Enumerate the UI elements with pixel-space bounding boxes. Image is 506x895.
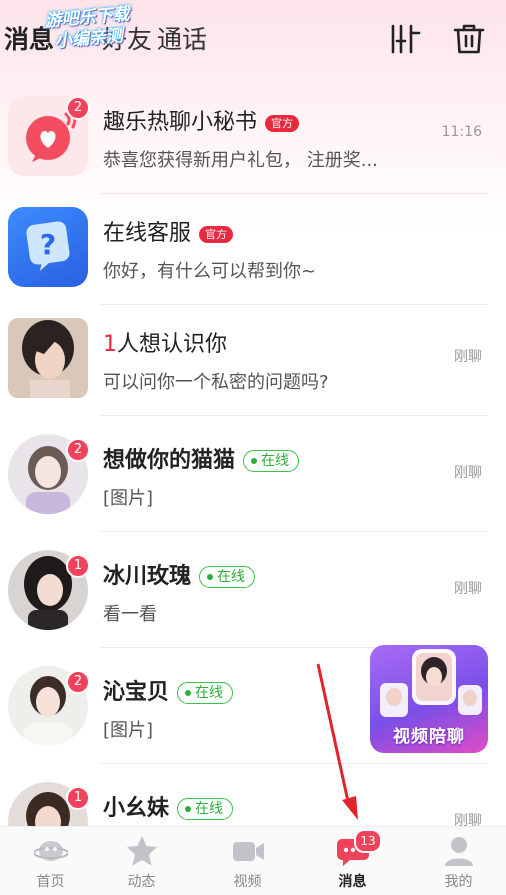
- unread-badge: 1: [66, 554, 90, 578]
- message-preview: [图片]: [103, 488, 154, 509]
- timestamp: 刚聊: [454, 349, 482, 365]
- divider: [100, 763, 488, 764]
- online-tag: 在线: [177, 798, 234, 820]
- nav-label: 我的: [444, 874, 473, 890]
- official-tag: 官方: [199, 225, 234, 243]
- online-tag: 在线: [199, 566, 256, 588]
- name-text: 在线客服: [103, 221, 192, 246]
- conversation-name: 想做你的猫猫 在线: [103, 442, 300, 474]
- unread-badge: 1: [66, 786, 90, 810]
- message-preview: 看一看: [103, 604, 157, 625]
- official-tag: 官方: [265, 114, 300, 132]
- conversation-name: 小幺妹 在线: [103, 790, 234, 822]
- help-chat-icon: ?: [26, 221, 70, 271]
- message-preview: [图片]: [103, 720, 154, 741]
- divider: [100, 531, 488, 532]
- online-tag-text: 在线: [261, 453, 290, 469]
- nav-label: 动态: [127, 874, 156, 890]
- conversation-row-customer-service[interactable]: ? 在线客服 官方 你好，有什么可以帮到你~: [0, 193, 506, 305]
- conversation-name: 趣乐热聊小秘书 官方: [103, 104, 300, 136]
- video-camera-icon: [233, 842, 264, 861]
- person-icon: [445, 837, 473, 866]
- nav-label: 首页: [36, 874, 65, 890]
- online-tag: 在线: [177, 682, 234, 704]
- avatar: [8, 318, 88, 398]
- online-tag: 在线: [243, 450, 300, 472]
- trash-icon[interactable]: [452, 22, 486, 56]
- star-icon: [127, 836, 157, 866]
- bottom-navigation: 首页 动态 视频 13 消息 我的: [0, 826, 506, 895]
- conversation-name: 沁宝贝 在线: [103, 674, 234, 706]
- unread-badge: 2: [66, 96, 90, 120]
- name-text: 人想认识你: [117, 332, 228, 357]
- nav-home[interactable]: 首页: [0, 827, 101, 895]
- online-dot-icon: [207, 574, 214, 580]
- promo-label: 视频陪聊: [393, 727, 465, 747]
- online-dot-icon: [251, 458, 258, 464]
- count-number: 1: [103, 332, 117, 357]
- online-dot-icon: [185, 806, 192, 812]
- name-text: 小幺妹: [103, 796, 170, 821]
- timestamp: 11:16: [441, 124, 482, 140]
- nav-moments[interactable]: 动态: [91, 827, 192, 895]
- conversation-name: 冰川玫瑰 在线: [103, 558, 256, 590]
- unread-badge: 2: [66, 438, 90, 462]
- planet-icon: [34, 841, 68, 861]
- svg-text:?: ?: [40, 228, 56, 261]
- conversation-name: 在线客服 官方: [103, 215, 234, 247]
- name-text: 想做你的猫猫: [103, 448, 236, 473]
- avatar: ?: [8, 207, 88, 287]
- filter-icon[interactable]: [388, 22, 422, 56]
- video-chat-promo-button[interactable]: 视频陪聊: [370, 645, 488, 753]
- online-tag-text: 在线: [195, 685, 224, 701]
- divider: [100, 415, 488, 416]
- unread-badge: 2: [66, 670, 90, 694]
- name-text: 沁宝贝: [103, 680, 170, 705]
- name-text: 冰川玫瑰: [103, 564, 192, 589]
- conversation-row-want-to-meet[interactable]: 1人想认识你 可以问你一个私密的问题吗? 刚聊: [0, 304, 506, 416]
- nav-messages[interactable]: 13 消息: [302, 827, 403, 895]
- conversation-name: 1人想认识你: [103, 326, 227, 358]
- timestamp: 刚聊: [454, 581, 482, 597]
- conversation-row-user[interactable]: 2 想做你的猫猫 在线 [图片] 刚聊: [0, 420, 506, 532]
- message-preview: 可以问你一个私密的问题吗?: [103, 372, 329, 393]
- nav-label: 视频: [233, 874, 262, 890]
- message-preview: 你好，有什么可以帮到你~: [103, 261, 317, 282]
- conversation-row-user[interactable]: 1 冰川玫瑰 在线 看一看 刚聊: [0, 536, 506, 648]
- tab-calls[interactable]: 通话: [157, 20, 207, 56]
- name-text: 趣乐热聊小秘书: [103, 110, 258, 135]
- message-preview: 恭喜您获得新用户礼包， 注册奖...: [103, 150, 378, 171]
- online-tag-text: 在线: [217, 569, 246, 585]
- nav-label: 消息: [338, 874, 367, 890]
- online-tag-text: 在线: [195, 801, 224, 817]
- unread-count-badge: 13: [354, 829, 382, 853]
- header: 消息 好友 通话 游吧乐下载 小编亲测: [0, 0, 506, 80]
- conversation-row-secretary[interactable]: 2 趣乐热聊小秘书 官方 恭喜您获得新用户礼包， 注册奖... 11:16: [0, 82, 506, 194]
- nav-video[interactable]: 视频: [197, 827, 298, 895]
- timestamp: 刚聊: [454, 465, 482, 481]
- online-dot-icon: [185, 690, 192, 696]
- nav-profile[interactable]: 我的: [408, 827, 506, 895]
